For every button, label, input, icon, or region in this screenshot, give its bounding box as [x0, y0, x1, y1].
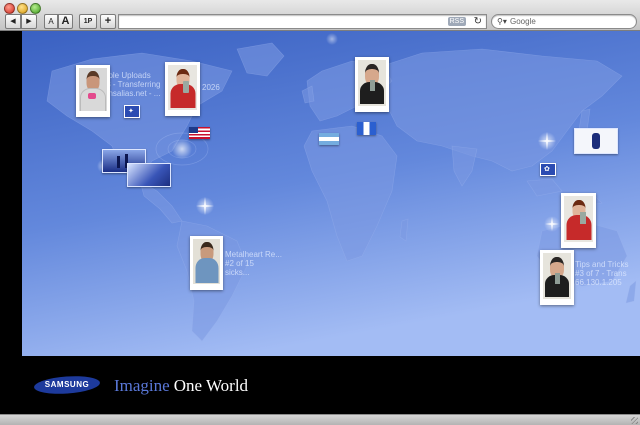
add-bookmark-button[interactable]: + — [100, 14, 116, 29]
browser-window: ◀ ▶ A A 1P + RSS ↻ ⚲▾ Google pple Upload… — [0, 0, 640, 425]
resize-grip-icon[interactable] — [631, 417, 638, 424]
minimize-window-button[interactable] — [17, 3, 28, 14]
user-photo — [543, 253, 571, 299]
onepassword-button[interactable]: 1P — [79, 14, 97, 29]
user-photo — [79, 68, 107, 111]
upload-info-text: pple Uploads /3 - Transferring dnsalias.… — [104, 71, 160, 98]
location-marker-icon[interactable]: ✦ — [124, 105, 140, 118]
tips-info-line: #3 of 7 - Trans — [575, 269, 627, 278]
tips-info-line: Tips and Tricks — [575, 260, 629, 269]
user-photo-card[interactable] — [76, 65, 110, 117]
user-photo — [358, 60, 386, 106]
text-smaller-button[interactable]: A — [44, 14, 58, 29]
status-bar — [0, 414, 640, 425]
zoom-window-button[interactable] — [30, 3, 41, 14]
metal-info-text: Metalheart Re... #2 of 15 sicks... — [225, 250, 282, 277]
user-photo-card[interactable] — [540, 250, 574, 305]
event-thumbnail[interactable] — [574, 128, 618, 154]
metal-info-line: #2 of 15 — [225, 259, 254, 268]
rss-button[interactable]: RSS — [447, 17, 466, 26]
metal-info-line: Metalheart Re... — [225, 250, 282, 259]
metal-info-line: sicks... — [225, 268, 250, 277]
tips-info-text: Tips and Tricks #3 of 7 - Trans 66.130.1… — [575, 260, 629, 287]
tagline: Imagine One World — [114, 376, 248, 396]
upload-info-line: dnsalias.net - ... — [104, 89, 161, 98]
address-bar[interactable]: RSS ↻ — [118, 14, 487, 29]
event-thumbnail[interactable] — [127, 163, 171, 187]
user-photo — [193, 239, 220, 284]
close-window-button[interactable] — [4, 3, 15, 14]
tagline-imagine: Imagine — [114, 376, 170, 395]
argentina-flag-icon[interactable] — [319, 133, 339, 145]
user-photo — [564, 196, 593, 242]
back-button[interactable]: ◀ — [5, 14, 21, 29]
user-photo — [168, 65, 197, 110]
usa-flag-icon[interactable] — [189, 127, 210, 139]
search-input[interactable] — [510, 15, 630, 28]
country-flag-icon[interactable] — [357, 122, 376, 135]
upload-info-year: 2026 — [202, 83, 220, 92]
reload-icon[interactable]: ↻ — [474, 15, 482, 28]
search-field[interactable]: ⚲▾ — [491, 14, 637, 29]
user-photo-card[interactable] — [190, 236, 223, 290]
brand-name: SAMSUNG — [44, 380, 90, 389]
user-photo-card[interactable] — [165, 62, 200, 116]
tagline-one-world: One World — [173, 376, 249, 395]
user-photo-card[interactable] — [355, 57, 389, 112]
tips-info-line: 66.130.1.205 — [575, 278, 622, 287]
world-map[interactable]: pple Uploads /3 - Transferring dnsalias.… — [22, 31, 640, 356]
browser-toolbar: ◀ ▶ A A 1P + RSS ↻ ⚲▾ — [0, 0, 640, 31]
magnifier-icon[interactable]: ⚲▾ — [497, 16, 507, 27]
text-bigger-button[interactable]: A — [58, 14, 73, 29]
location-marker-icon[interactable]: ✿ — [540, 163, 556, 176]
samsung-logo[interactable]: SAMSUNG — [34, 376, 100, 394]
forward-button[interactable]: ▶ — [21, 14, 37, 29]
upload-info-line: /3 - Transferring — [104, 80, 161, 89]
site-footer: SAMSUNG Imagine One World — [0, 356, 640, 414]
user-photo-card[interactable] — [561, 193, 596, 248]
upload-info-line: pple Uploads — [104, 71, 151, 80]
